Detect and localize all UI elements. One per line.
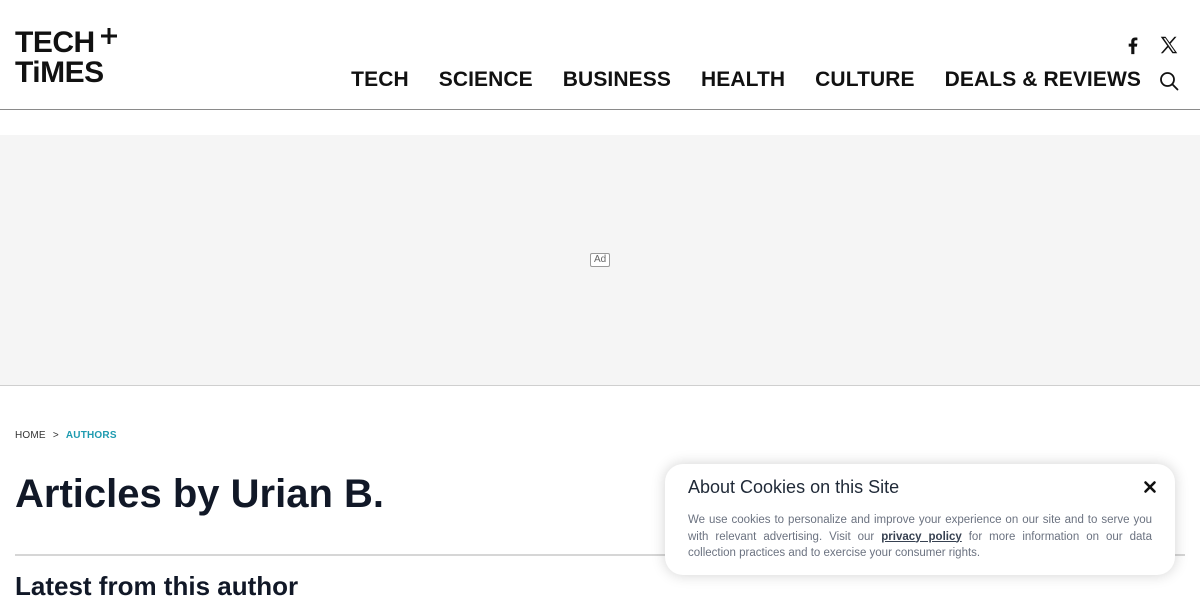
ad-banner[interactable]: Ad [0,135,1200,386]
cookie-banner-title: About Cookies on this Site [688,477,900,497]
close-icon[interactable] [1141,478,1159,496]
nav-item-deals-reviews[interactable]: DEALS & REVIEWS [945,68,1141,92]
site-header: TECH TiMES TECH SCIENCE BUSINESS HEALTH … [0,0,1200,110]
x-twitter-icon[interactable] [1158,33,1180,57]
site-logo[interactable]: TECH TiMES [15,28,117,90]
nav-item-business[interactable]: BUSINESS [563,68,671,92]
main-nav: TECH SCIENCE BUSINESS HEALTH CULTURE DEA… [351,68,1141,92]
breadcrumb-separator: > [52,430,59,441]
logo-plus-icon [101,28,117,44]
facebook-icon[interactable] [1122,33,1144,57]
ad-label: Ad [590,253,611,267]
breadcrumb-authors[interactable]: AUTHORS [66,430,117,441]
nav-item-health[interactable]: HEALTH [701,68,785,92]
section-title: Latest from this author [15,571,299,600]
logo-line-2: TiMES [15,56,104,89]
nav-item-science[interactable]: SCIENCE [439,68,533,92]
breadcrumb: HOME > AUTHORS [15,430,117,441]
nav-item-culture[interactable]: CULTURE [815,68,914,92]
cookie-banner: About Cookies on this Site We use cookie… [665,464,1175,575]
breadcrumb-home[interactable]: HOME [15,430,46,441]
social-links [1122,33,1180,57]
cookie-banner-text: We use cookies to personalize and improv… [688,512,1152,562]
search-icon[interactable] [1159,71,1179,91]
nav-item-tech[interactable]: TECH [351,68,409,92]
privacy-policy-link[interactable]: privacy policy [881,531,962,543]
page-title: Articles by Urian B. [15,472,385,516]
